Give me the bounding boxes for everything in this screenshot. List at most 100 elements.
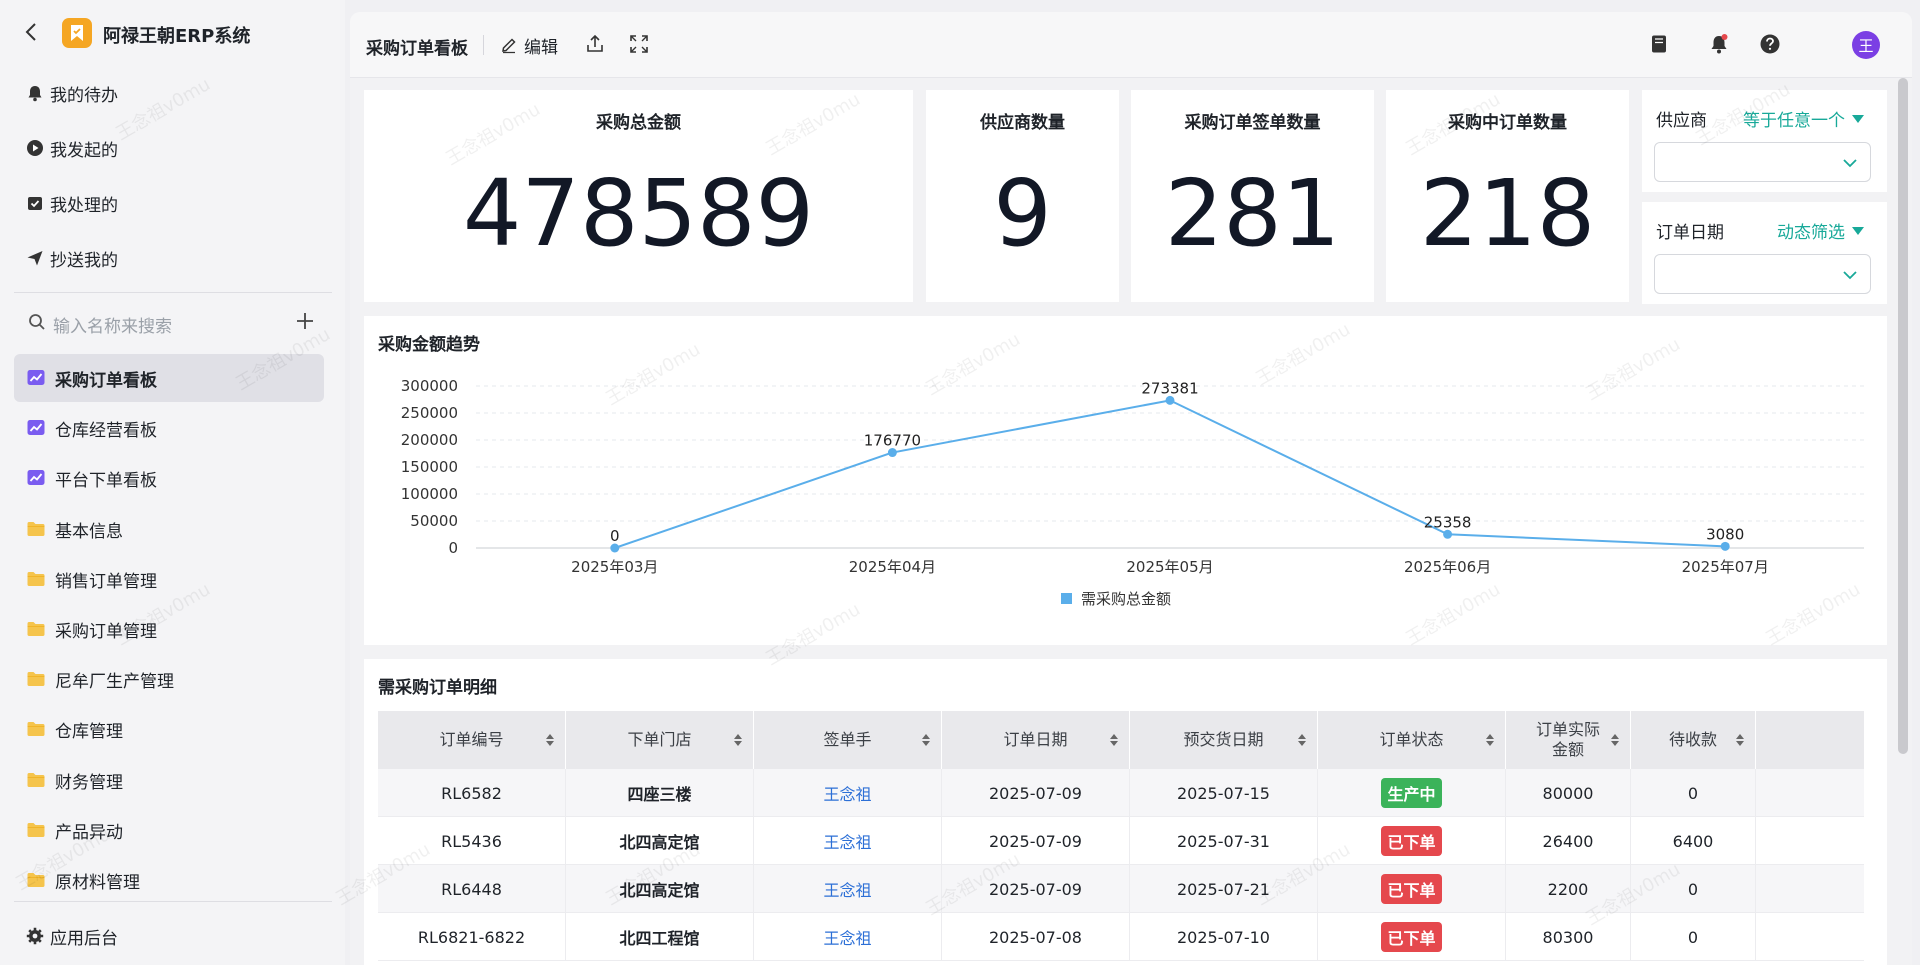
sort-icon[interactable] bbox=[1610, 733, 1620, 747]
table-row[interactable]: RL5436 北四高定馆 王念祖 2025-07-09 2025-07-31 已下单 264… bbox=[378, 817, 1864, 865]
kpi-card-total-amount: 采购总金额 478589 bbox=[364, 90, 913, 302]
legend-swatch bbox=[1061, 593, 1072, 604]
column-header[interactable]: 订单日期 bbox=[942, 711, 1130, 769]
vertical-scrollbar[interactable] bbox=[1898, 78, 1908, 754]
table-cell-amount: 80000 bbox=[1506, 769, 1631, 817]
sidebar-item[interactable]: 产品异动 bbox=[14, 806, 324, 854]
quick-item-handled[interactable]: 我处理的 bbox=[0, 178, 345, 228]
table-cell-due: 2025-07-15 bbox=[1130, 769, 1318, 817]
date-select[interactable] bbox=[1654, 254, 1871, 294]
y-tick-label: 150000 bbox=[401, 458, 458, 476]
sidebar-item[interactable]: 尼牟厂生产管理 bbox=[14, 655, 324, 703]
sort-icon[interactable] bbox=[1485, 733, 1495, 747]
dashboard-icon bbox=[27, 470, 45, 485]
table-cell-signer[interactable]: 王念祖 bbox=[754, 817, 942, 865]
column-header[interactable]: 订单状态 bbox=[1318, 711, 1506, 769]
folder-icon bbox=[27, 672, 45, 686]
app-logo bbox=[62, 18, 92, 48]
quick-item-cc[interactable]: 抄送我的 bbox=[0, 233, 345, 283]
notification-bell-icon[interactable] bbox=[1708, 33, 1730, 55]
table-cell-id: RL5436 bbox=[378, 817, 566, 865]
sidebar-item[interactable]: 仓库管理 bbox=[14, 705, 324, 753]
column-header-label: 订单日期 bbox=[1003, 730, 1068, 749]
kpi-card-supplier-count: 供应商数量 9 bbox=[926, 90, 1119, 302]
filter-order-date: 订单日期 动态筛选 bbox=[1642, 202, 1887, 304]
x-tick-label: 2025年04月 bbox=[849, 558, 936, 576]
table-cell-due: 2025-07-31 bbox=[1130, 817, 1318, 865]
quick-item-todo[interactable]: 我的待办 bbox=[0, 68, 345, 118]
column-header[interactable]: 下单门店 bbox=[566, 711, 754, 769]
sort-icon[interactable] bbox=[1735, 733, 1745, 747]
search-input[interactable]: 输入名称来搜索 bbox=[53, 312, 172, 337]
x-tick-label: 2025年05月 bbox=[1126, 558, 1213, 576]
data-label: 273381 bbox=[1141, 379, 1198, 397]
sidebar: 阿禄王朝ERP系统 我的待办 我发起的 我处理的 抄送我的 输入名称来搜索 采购… bbox=[0, 0, 345, 965]
sidebar-item[interactable]: 财务管理 bbox=[14, 756, 324, 804]
app-admin-link[interactable]: 应用后台 bbox=[0, 911, 345, 961]
help-icon[interactable] bbox=[1759, 33, 1781, 55]
sidebar-search[interactable]: 输入名称来搜索 bbox=[0, 300, 345, 344]
book-icon[interactable] bbox=[1648, 33, 1670, 55]
column-header-label: 待收款 bbox=[1668, 730, 1717, 749]
table-header: 订单编号 下单门店 签单手 订单日期 预交货日期 订单状态 订单实际金额 待收款 bbox=[378, 711, 1864, 769]
sidebar-item[interactable]: 平台下单看板 bbox=[14, 454, 324, 502]
column-header[interactable]: 订单实际金额 bbox=[1506, 711, 1631, 769]
sidebar-item-label: 仓库管理 bbox=[55, 722, 123, 742]
table-cell-store: 北四高定馆 bbox=[566, 817, 754, 865]
table-cell-signer[interactable]: 王念祖 bbox=[754, 865, 942, 913]
edit-label: 编辑 bbox=[524, 37, 558, 58]
sidebar-item-label: 销售订单管理 bbox=[55, 572, 157, 592]
supplier-select[interactable] bbox=[1654, 142, 1871, 182]
table-cell-amount: 80300 bbox=[1506, 913, 1631, 961]
sidebar-item-label: 原材料管理 bbox=[55, 873, 140, 893]
table-cell-id: RL6821-6822 bbox=[378, 913, 566, 961]
column-header-label: 订单状态 bbox=[1379, 730, 1444, 749]
app-title: 阿禄王朝ERP系统 bbox=[103, 26, 251, 47]
table-row[interactable]: RL6448 北四高定馆 王念祖 2025-07-09 2025-07-21 已下单 220… bbox=[378, 865, 1864, 913]
table-cell-id: RL6448 bbox=[378, 865, 566, 913]
table-row[interactable]: RL6821-6822 北四工程馆 王念祖 2025-07-08 2025-07-10 已… bbox=[378, 913, 1864, 961]
page-title: 采购订单看板 bbox=[366, 39, 468, 59]
sidebar-item[interactable]: 采购订单看板 bbox=[14, 354, 324, 402]
sort-icon[interactable] bbox=[921, 733, 931, 747]
sidebar-item[interactable]: 采购订单管理 bbox=[14, 605, 324, 653]
fullscreen-icon[interactable] bbox=[628, 33, 650, 55]
edit-button[interactable]: 编辑 bbox=[500, 32, 558, 58]
table-cell-signer[interactable]: 王念祖 bbox=[754, 913, 942, 961]
share-icon[interactable] bbox=[584, 33, 606, 55]
gear-icon bbox=[26, 927, 44, 945]
quick-item-initiated[interactable]: 我发起的 bbox=[0, 123, 345, 173]
column-header[interactable]: 预交货日期 bbox=[1130, 711, 1318, 769]
plus-icon[interactable] bbox=[294, 310, 316, 332]
data-label: 25358 bbox=[1424, 513, 1472, 531]
table-cell-status: 已下单 bbox=[1318, 817, 1506, 865]
sort-icon[interactable] bbox=[545, 733, 555, 747]
chevron-down-icon bbox=[1843, 159, 1857, 168]
chevron-down-icon bbox=[1843, 271, 1857, 280]
sidebar-item[interactable]: 基本信息 bbox=[14, 505, 324, 553]
table-cell-signer[interactable]: 王念祖 bbox=[754, 769, 942, 817]
sidebar-item[interactable]: 销售订单管理 bbox=[14, 555, 324, 603]
chevron-left-icon[interactable] bbox=[20, 20, 44, 44]
folder-icon bbox=[27, 622, 45, 636]
kpi-card-in-progress-orders: 采购中订单数量 218 bbox=[1386, 90, 1629, 302]
table-cell-status: 已下单 bbox=[1318, 913, 1506, 961]
x-tick-label: 2025年06月 bbox=[1404, 558, 1491, 576]
sort-icon[interactable] bbox=[1109, 733, 1119, 747]
column-header[interactable]: 订单编号 bbox=[378, 711, 566, 769]
column-header[interactable]: 待收款 bbox=[1631, 711, 1756, 769]
table-cell-status: 已下单 bbox=[1318, 865, 1506, 913]
filter-mode-dropdown[interactable]: 动态筛选 bbox=[1777, 218, 1865, 243]
avatar[interactable]: 王 bbox=[1852, 31, 1880, 59]
sidebar-item[interactable]: 仓库经营看板 bbox=[14, 404, 324, 452]
table-row[interactable]: RL6582 四座三楼 王念祖 2025-07-09 2025-07-15 生产中 8000… bbox=[378, 769, 1864, 817]
column-header-label: 订单编号 bbox=[439, 730, 504, 749]
sort-icon[interactable] bbox=[1297, 733, 1307, 747]
table-cell-receivable: 0 bbox=[1631, 913, 1756, 961]
kpi-label: 供应商数量 bbox=[980, 113, 1065, 133]
y-tick-label: 50000 bbox=[410, 512, 458, 530]
filter-mode-dropdown[interactable]: 等于任意一个 bbox=[1743, 106, 1865, 131]
column-header[interactable]: 签单手 bbox=[754, 711, 942, 769]
sidebar-item[interactable]: 原材料管理 bbox=[14, 856, 324, 904]
sort-icon[interactable] bbox=[733, 733, 743, 747]
